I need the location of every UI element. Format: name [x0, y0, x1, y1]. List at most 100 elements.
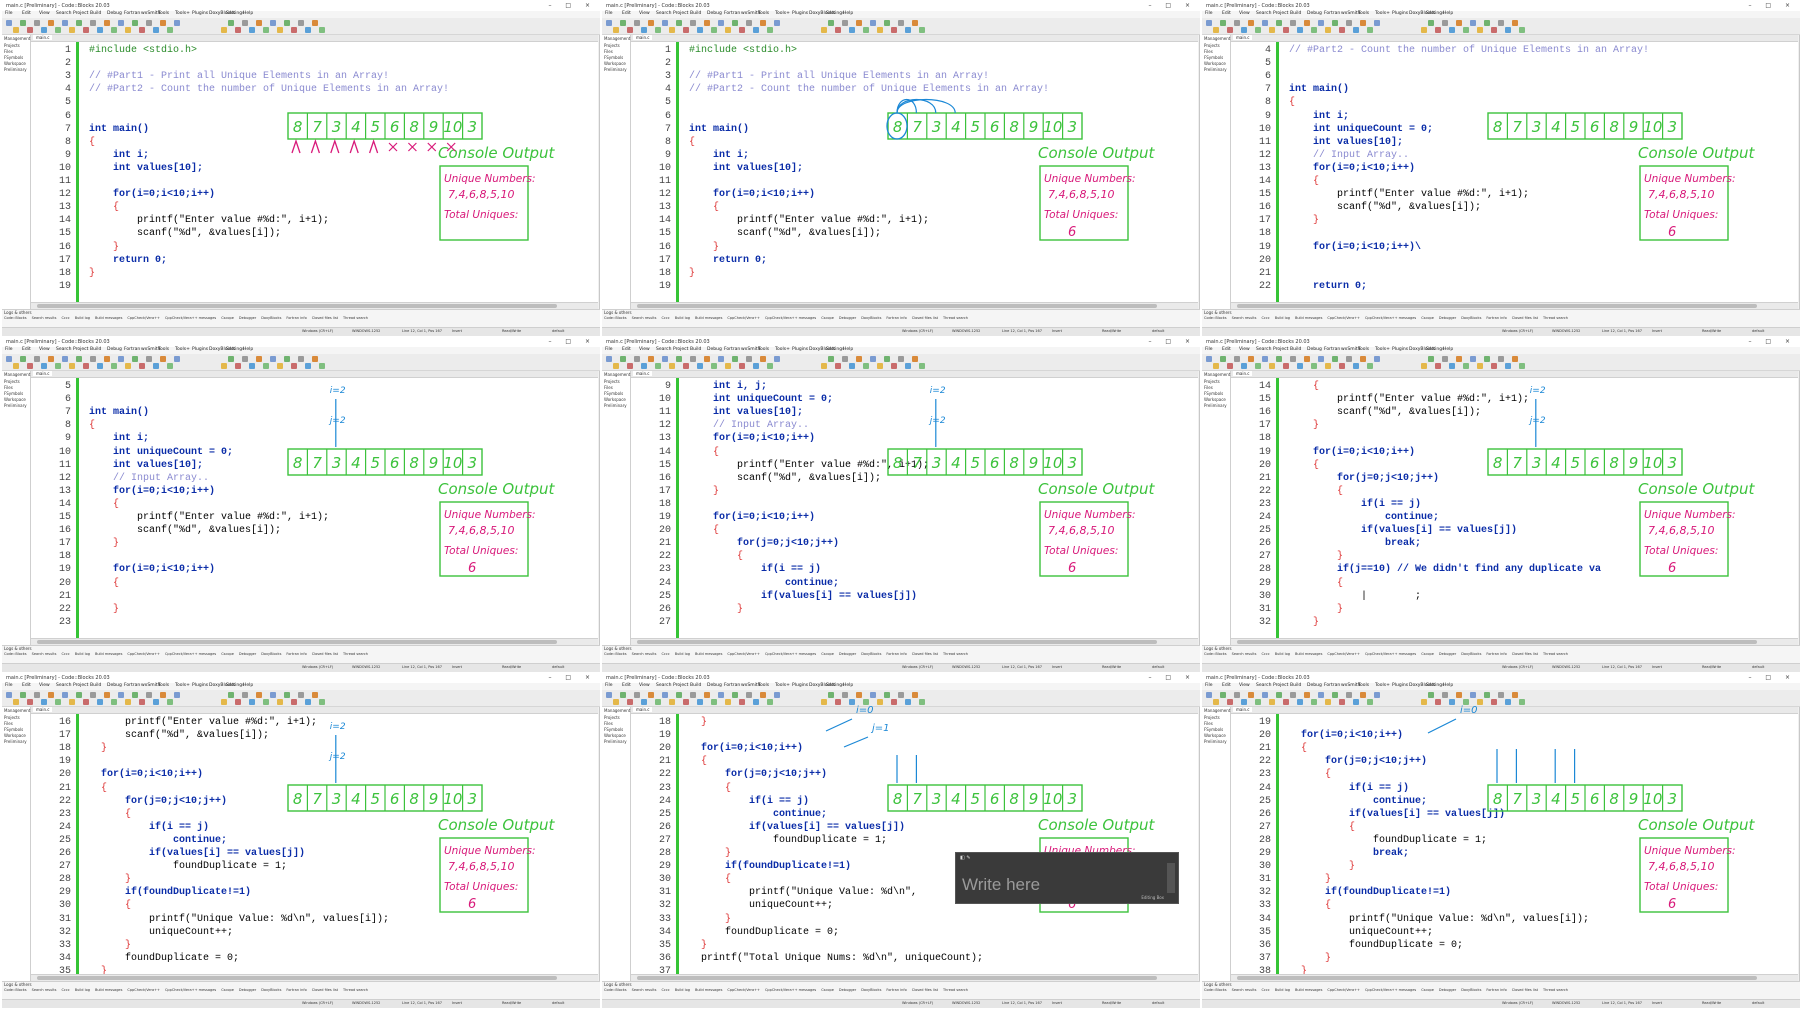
toolbar-icon[interactable] [76, 20, 82, 26]
code-line[interactable]: foundDuplicate = 1; [689, 835, 887, 846]
menu-fortran[interactable]: Fortran [724, 11, 740, 16]
toolbar-icon[interactable] [912, 692, 918, 698]
toolbar-icon[interactable] [1470, 356, 1476, 362]
log-tab[interactable]: Code::Blocks [4, 316, 27, 320]
scrollbar-thumb[interactable] [637, 976, 1157, 980]
toolbar-icon[interactable] [1213, 699, 1219, 705]
code-line[interactable]: { [1289, 460, 1319, 471]
menu-search[interactable]: Search [56, 683, 71, 688]
toolbar-icon[interactable] [277, 27, 283, 33]
toolbar-icon[interactable] [898, 692, 904, 698]
log-tab[interactable]: Search results [32, 652, 57, 656]
toolbar-icon[interactable] [905, 699, 911, 705]
toolbar-icon[interactable] [153, 27, 159, 33]
log-tab[interactable]: Cscope [821, 316, 834, 320]
menu-debug[interactable]: Debug [1307, 347, 1322, 352]
toolbar-icon[interactable] [1311, 363, 1317, 369]
toolbar-icon[interactable] [1290, 20, 1296, 26]
toolbar-icon[interactable] [732, 356, 738, 362]
log-tab[interactable]: Closed files list [1512, 988, 1538, 992]
toolbar-icon[interactable] [697, 699, 703, 705]
toolbar-icon[interactable] [83, 699, 89, 705]
toolbar-icon[interactable] [1304, 692, 1310, 698]
toolbar-icon[interactable] [1262, 356, 1268, 362]
code-line[interactable]: } [1289, 604, 1343, 615]
toolbar-icon[interactable] [1491, 363, 1497, 369]
log-tab[interactable]: Cscope [1421, 652, 1434, 656]
log-tab[interactable]: CppCheck/Vera++ messages [765, 652, 816, 656]
toolbar-icon[interactable] [1248, 692, 1254, 698]
toolbar-icon[interactable] [1283, 27, 1289, 33]
menu-build[interactable]: Build [1290, 683, 1301, 688]
log-tab[interactable]: CppCheck/Vera++ [727, 652, 760, 656]
toolbar-icon[interactable] [139, 699, 145, 705]
log-tab[interactable]: DoxyBlocks [1461, 316, 1481, 320]
log-tab[interactable]: Debugger [239, 316, 256, 320]
code-line[interactable]: continue; [1289, 796, 1427, 807]
toolbar-icon[interactable] [1367, 699, 1373, 705]
code-line[interactable]: { [689, 525, 719, 536]
log-tab[interactable]: Thread search [343, 316, 368, 320]
code-line[interactable]: printf("Enter value #%d:", i+1); [89, 717, 317, 728]
toolbar-icon[interactable] [1311, 27, 1317, 33]
toolbar-icon[interactable] [774, 356, 780, 362]
toolbar-icon[interactable] [1421, 699, 1427, 705]
scrollbar-thumb[interactable] [37, 976, 557, 980]
toolbar-icon[interactable] [305, 27, 311, 33]
tab-main-c[interactable]: main.c [33, 707, 53, 712]
toolbar-icon[interactable] [676, 356, 682, 362]
toolbar-icon[interactable] [821, 27, 827, 33]
scrollbar-thumb[interactable] [1237, 976, 1757, 980]
toolbar-icon[interactable] [1470, 692, 1476, 698]
toolbar-icon[interactable] [1428, 20, 1434, 26]
sidebar-item-projects[interactable]: Projects [604, 379, 620, 384]
sidebar-item-projects[interactable]: Projects [604, 43, 620, 48]
log-tab[interactable]: Closed files list [912, 988, 938, 992]
menu-settings[interactable]: Settings [226, 11, 244, 16]
log-tab[interactable]: Fortran info [286, 988, 306, 992]
toolbar-icon[interactable] [118, 356, 124, 362]
menu-view[interactable]: View [39, 683, 50, 688]
toolbar-icon[interactable] [746, 356, 752, 362]
toolbar-icon[interactable] [690, 356, 696, 362]
menu-build[interactable]: Build [1290, 347, 1301, 352]
toolbar-icon[interactable] [856, 20, 862, 26]
scrollbar-thumb[interactable] [1237, 304, 1757, 308]
menu-edit[interactable]: Edit [22, 683, 31, 688]
log-tab[interactable]: Code::Blocks [4, 652, 27, 656]
code-editor[interactable]: main.c 9 int i, j; 10 int uniqueCount = 0;… [631, 371, 1198, 646]
sidebar-item-fsymbols[interactable]: FSymbols [4, 55, 23, 60]
code-line[interactable]: } [1289, 617, 1319, 628]
log-tab[interactable]: Code::Blocks [1204, 652, 1227, 656]
toolbar-icon[interactable] [41, 699, 47, 705]
log-tab[interactable]: Search results [632, 316, 657, 320]
code-editor[interactable]: main.c 19 20 for(i=0;i<10;i++) 21 {22 for(j… [1231, 707, 1798, 990]
code-line[interactable]: { [89, 202, 119, 213]
log-tab[interactable]: Build log [75, 316, 90, 320]
toolbar-icon[interactable] [884, 356, 890, 362]
toolbar-icon[interactable] [849, 363, 855, 369]
code-line[interactable]: uniqueCount++; [689, 900, 833, 911]
toolbar-icon[interactable] [606, 692, 612, 698]
code-line[interactable]: if(foundDuplicate!=1) [89, 887, 251, 898]
menu-build[interactable]: Build [90, 11, 101, 16]
toolbar-icon[interactable] [641, 363, 647, 369]
code-line[interactable]: { [689, 137, 695, 148]
toolbar-icon[interactable] [263, 27, 269, 33]
code-line[interactable]: // Input Array.. [1289, 150, 1409, 161]
toolbar-icon[interactable] [27, 699, 33, 705]
toolbar-icon[interactable] [6, 692, 12, 698]
menu-view[interactable]: View [1239, 683, 1250, 688]
toolbar-icon[interactable] [690, 20, 696, 26]
menu-settings[interactable]: Settings [826, 11, 844, 16]
toolbar-icon[interactable] [235, 27, 241, 33]
log-tab[interactable]: CppCheck/Vera++ messages [1365, 652, 1416, 656]
window-controls[interactable]: – □ × [1148, 338, 1196, 345]
toolbar-icon[interactable] [849, 699, 855, 705]
log-tab[interactable]: Thread search [943, 316, 968, 320]
toolbar-icon[interactable] [125, 27, 131, 33]
menu-file[interactable]: File [1205, 347, 1213, 352]
code-line[interactable]: printf("Enter value #%d:", i+1); [689, 460, 929, 471]
code-editor[interactable]: main.c 14 {15 printf("Enter value #%d:", … [1231, 371, 1798, 646]
toolbar-icon[interactable] [767, 699, 773, 705]
